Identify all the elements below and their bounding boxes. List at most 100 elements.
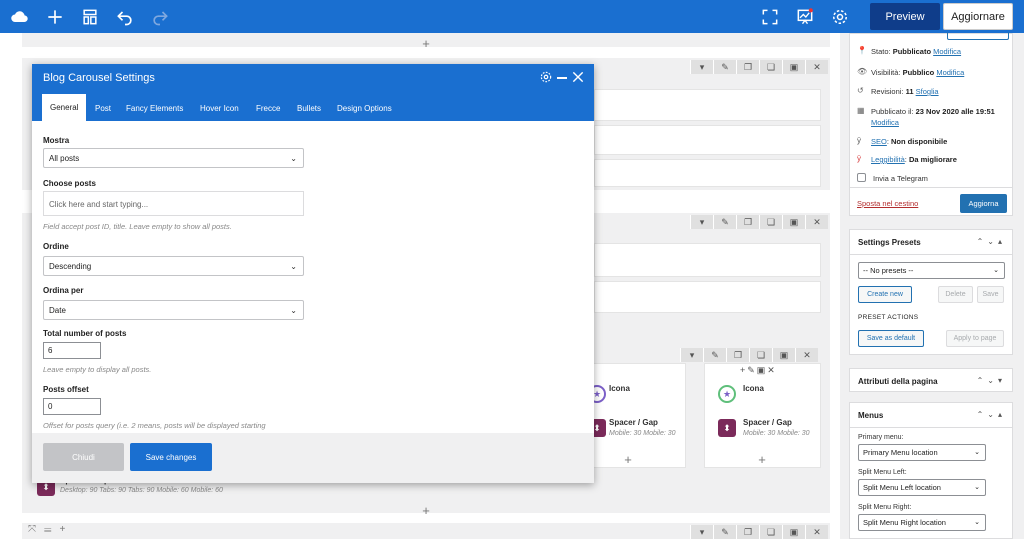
delete-icon[interactable]: ✕: [805, 60, 828, 74]
tab-bullets[interactable]: Bullets: [289, 95, 329, 121]
add-icon[interactable]: [40, 0, 70, 33]
telegram-checkbox[interactable]: [857, 173, 866, 182]
panel-toggle-icons[interactable]: ⌃⌄▾: [977, 376, 1006, 385]
modal-title: Blog Carousel Settings: [43, 72, 155, 84]
delete-icon[interactable]: ✕: [805, 215, 828, 229]
right-sidebar: 📍 Stato: Pubblicato Modifica 👁 Visibilit…: [840, 32, 1024, 539]
presets-select[interactable]: -- No presets -- ⌄: [858, 262, 1005, 279]
copy-icon[interactable]: ❐: [736, 525, 759, 539]
copy-icon[interactable]: ❐: [736, 60, 759, 74]
edit-icon[interactable]: ✎: [713, 525, 736, 539]
split-left-label: Split Menu Left:: [858, 469, 907, 476]
delete-icon[interactable]: ✕: [805, 525, 828, 539]
published-edit-link[interactable]: Modifica: [871, 118, 899, 127]
duplicate-icon[interactable]: ❏: [759, 60, 782, 74]
layout-icon[interactable]: [75, 0, 105, 33]
split-right-select[interactable]: Split Menu Right location ⌄: [858, 514, 986, 531]
close-button[interactable]: Chiudi: [43, 443, 124, 471]
edit-icon[interactable]: ✎: [713, 215, 736, 229]
save-icon[interactable]: ▣: [782, 60, 805, 74]
visibility-row: Visibilità: Pubblico Modifica: [871, 68, 965, 77]
add-element-icon[interactable]: +: [756, 452, 768, 467]
status-edit-link[interactable]: Modifica: [933, 47, 961, 56]
choose-posts-input[interactable]: Click here and start typing...: [43, 191, 304, 216]
seo-link[interactable]: SEO: [871, 137, 887, 146]
visibility-edit-link[interactable]: Modifica: [936, 68, 964, 77]
add-row-icon[interactable]: +: [420, 36, 432, 51]
add-element-icon[interactable]: +: [622, 452, 634, 467]
update-post-button[interactable]: Aggiorna: [960, 194, 1007, 213]
tab-hover-icon[interactable]: Hover Icon: [192, 95, 247, 121]
settings-gear-icon[interactable]: [825, 0, 855, 33]
column: [594, 159, 821, 187]
duplicate-icon[interactable]: ❏: [759, 215, 782, 229]
module-meta: Desktop: 90 Tabs: 90 Tabs: 90 Mobile: 60…: [60, 487, 223, 494]
mostra-select[interactable]: All posts ⌄: [43, 148, 304, 168]
tab-design-options[interactable]: Design Options: [329, 95, 400, 121]
revisions-browse-link[interactable]: Sfoglia: [916, 87, 939, 96]
duplicate-icon[interactable]: ❏: [759, 525, 782, 539]
analytics-icon[interactable]: [790, 0, 820, 33]
duplicate-icon[interactable]: ❏: [749, 348, 772, 362]
preview-button[interactable]: Preview: [870, 3, 940, 30]
total-posts-input[interactable]: 6: [43, 342, 101, 359]
chevron-down-icon: ⌄: [974, 449, 980, 456]
posts-offset-help: Offset for posts query (i.e. 2 means, po…: [43, 421, 266, 430]
edit-icon[interactable]: ✎: [703, 348, 726, 362]
save-changes-button[interactable]: Save changes: [130, 443, 212, 471]
copy-icon[interactable]: ❐: [736, 215, 759, 229]
chevron-down-icon[interactable]: ▾: [680, 348, 703, 362]
total-posts-help: Leave empty to display all posts.: [43, 365, 152, 374]
chevron-down-icon[interactable]: ▾: [690, 525, 713, 539]
save-icon[interactable]: ▣: [782, 215, 805, 229]
ordina-per-select[interactable]: Date ⌄: [43, 300, 304, 320]
apply-to-page-button[interactable]: Apply to page: [946, 330, 1004, 347]
module-name: Icona: [609, 384, 630, 393]
total-posts-label: Total number of posts: [43, 329, 127, 338]
update-button[interactable]: Aggiornare: [943, 3, 1013, 30]
minimize-icon[interactable]: [557, 77, 567, 79]
edit-icon[interactable]: ✎: [713, 60, 736, 74]
gear-icon[interactable]: [539, 70, 553, 84]
divider: [850, 254, 1012, 255]
delete-icon[interactable]: ✕: [795, 348, 818, 362]
readability-link[interactable]: Leggibilità: [871, 155, 905, 164]
create-preset-button[interactable]: Create new: [858, 286, 912, 303]
split-left-select[interactable]: Split Menu Left location ⌄: [858, 479, 986, 496]
readability-row: Leggibilità: Da migliorare: [871, 155, 957, 164]
chevron-down-icon: ⌄: [974, 484, 980, 491]
chevron-down-icon[interactable]: ▾: [690, 215, 713, 229]
panel-toggle-icons[interactable]: ⌃⌄▴: [977, 237, 1006, 246]
save-icon[interactable]: ▣: [782, 525, 805, 539]
posts-offset-input[interactable]: 0: [43, 398, 101, 415]
save-as-default-button[interactable]: Save as default: [858, 330, 924, 347]
save-preset-button[interactable]: Save: [977, 286, 1004, 303]
undo-icon[interactable]: [110, 0, 140, 33]
row-handle-tools[interactable]: ⤧☰+: [28, 524, 73, 535]
page-attributes-title: Attributi della pagina: [858, 377, 938, 386]
close-icon[interactable]: [571, 70, 585, 84]
primary-menu-select[interactable]: Primary Menu location ⌄: [858, 444, 986, 461]
tab-fancy-elements[interactable]: Fancy Elements: [118, 95, 191, 121]
redo-icon[interactable]: [145, 0, 175, 33]
tab-frecce[interactable]: Frecce: [248, 95, 288, 121]
module-meta: Mobile: 30 Mobile: 30: [609, 430, 676, 437]
column-tools[interactable]: +✎▣✕: [740, 365, 777, 376]
save-icon[interactable]: ▣: [772, 348, 795, 362]
add-row-icon[interactable]: +: [420, 503, 432, 518]
tab-post[interactable]: Post: [87, 95, 119, 121]
fullscreen-icon[interactable]: [755, 0, 785, 33]
tab-general[interactable]: General: [42, 94, 87, 121]
preview-changes-button[interactable]: [947, 32, 1009, 40]
ordine-select[interactable]: Descending ⌄: [43, 256, 304, 276]
preset-actions-title: PRESET ACTIONS: [858, 314, 919, 321]
module-name: Spacer / Gap: [743, 418, 792, 427]
choose-posts-help: Field accept post ID, title. Leave empty…: [43, 222, 232, 231]
panel-toggle-icons[interactable]: ⌃⌄▴: [977, 410, 1006, 419]
cloud-logo-icon[interactable]: [5, 0, 35, 33]
delete-preset-button[interactable]: Delete: [938, 286, 973, 303]
copy-icon[interactable]: ❐: [726, 348, 749, 362]
trash-link[interactable]: Sposta nel cestino: [857, 199, 918, 208]
pin-icon: 📍: [857, 46, 867, 55]
chevron-down-icon[interactable]: ▾: [690, 60, 713, 74]
